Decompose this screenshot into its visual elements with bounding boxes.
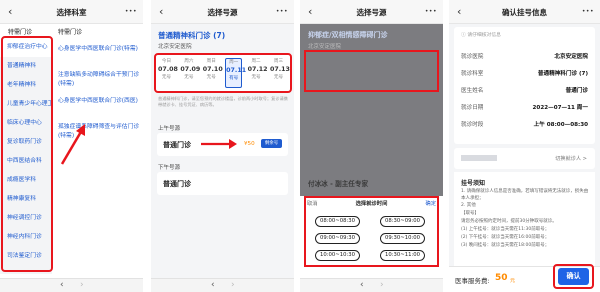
page-title: 选择号源 [207,8,238,17]
guide-title: 挂号须知 [461,180,486,187]
more-menu-icon[interactable]: ••• [125,8,137,15]
pm-section-title: 下午号源 [158,165,181,171]
info-value: 上午 08:00—08:30 [533,122,588,128]
arrow-annotation-icon [60,124,85,165]
page-title: 选择号源 [356,8,387,17]
department-name: 抑郁症/双相情感障碍门诊 [308,31,388,39]
highlight-box [304,50,439,92]
nav-bar: ‹ 选择号源 ••• [300,0,443,24]
info-label: 就诊日期 [461,105,484,111]
bottom-bar: ‹ › [151,278,294,292]
info-value: 2022—07—11 周一 [532,105,588,111]
sub-group-label: 特需门诊 [58,29,83,36]
am-section-title: 上午号源 [158,126,181,132]
sub-department-item[interactable]: 注意缺陷多动障碍综合干预门诊(特需) [58,71,140,89]
more-menu-icon[interactable]: ••• [425,8,437,15]
info-label: 医生姓名 [461,88,484,94]
notice-text: 普通精神科门诊，请至您预约的就诊楼层，诊前两小时取号；复诊请携带就诊卡、挂号凭证… [158,96,288,107]
info-label: 就诊时段 [461,122,484,128]
screen-select-time: ‹ 选择号源 ••• 抑郁症/双相情感障碍门诊 北京安定医院 付冰冰 - 副主任… [300,0,443,292]
slot-price: ¥50 [244,141,255,147]
more-menu-icon[interactable]: ••• [582,8,594,15]
nav-bar: ‹ 选择号源 ••• [151,0,294,24]
guide-line: 请您务必按照约定时间，提前30分钟取号就诊。 [461,219,557,224]
hospital-name: 北京安定医院 [308,44,342,50]
verify-tip-text: 请仔细核对信息 [467,33,501,38]
page-title: 选择科室 [56,8,87,17]
bottom-bar: ‹ › [0,278,143,292]
guide-line: (2) 下午挂号：就诊当天需在16:00前取号； [461,235,550,240]
screen-select-slot: ‹ 选择号源 ••• 普通精神科门诊 (7) 北京安定医院 今日 07.08 无号 … [151,0,294,292]
info-value: 北京安定医院 [554,54,588,60]
info-label: 就诊科室 [461,71,484,77]
highlight-box [1,36,53,272]
guide-line: 2. 其他 [461,203,476,208]
highlight-box [553,264,594,289]
fee-label: 医事服务费: [455,277,490,285]
screen-select-department: ‹ 选择科室 ••• 特需门诊 特需门诊 抑郁症治疗中心 普通精神科 老年精神科… [0,0,143,292]
chevron-left-icon[interactable]: ‹ [60,280,64,290]
info-label: 就诊医院 [461,54,484,60]
guide-line: (1) 上午挂号：就诊当天需在11:30前取号； [461,227,550,232]
slot-name: 普通门诊 [163,141,191,149]
guide-line: (3) 晚间挂号：就诊当天需在18:00前取号； [461,243,550,248]
page-title: 确认挂号信息 [502,8,547,17]
guide-line: 【取号】 [461,211,479,216]
nav-bar: ‹ 选择科室 ••• [0,0,143,24]
arrow-annotation-icon [201,139,237,149]
verify-tip: ⓘ 请仔细核对信息 [461,31,501,38]
sub-department-item[interactable]: 心身医学中西医联合门诊(西医) [58,97,140,106]
info-value: 普通精神科门诊 (7) [537,71,588,77]
registration-guide: 挂号须知 1. 请确保就诊人信息是否准确，若填写错误将无法就诊，损失由本人承担；… [454,172,595,266]
sub-department-item[interactable]: 心身医学中西医联合门诊(特需) [58,45,140,54]
screen-confirm-registration: ‹ 确认挂号信息 ••• ⓘ 请仔细核对信息 就诊医院 北京安定医院 就诊科室 普通… [449,0,600,292]
fee-value: 50 [495,273,508,283]
pm-slot-card[interactable]: 普通门诊 [157,172,288,195]
doctor-name: 付冰冰 - 副主任专家 [308,180,369,188]
chevron-left-icon[interactable]: ‹ [360,280,364,290]
chevron-left-icon[interactable]: ‹ [211,280,215,290]
bottom-bar: ‹ › [300,278,443,292]
book-slot-button[interactable]: 剩余号 [261,139,282,148]
registration-info-card: ⓘ 请仔细核对信息 就诊医院 北京安定医院 就诊科室 普通精神科门诊 (7) 医生姓… [454,27,595,144]
fee-unit: 元 [510,278,516,284]
slot-name: 普通门诊 [163,180,191,188]
patient-name-redacted [461,155,497,161]
nav-bar: ‹ 确认挂号信息 ••• [449,0,600,24]
switch-patient-link[interactable]: 切换就诊人 > [555,155,587,162]
highlight-box [304,196,439,267]
chevron-right-icon[interactable]: › [80,280,84,290]
patient-card: 切换就诊人 > [454,148,595,169]
more-menu-icon[interactable]: ••• [276,8,288,15]
info-value: 普通门诊 [565,88,588,94]
guide-line: 1. 请确保就诊人信息是否准确，若填写错误将无法就诊，损失由本人承担； [461,189,589,201]
hospital-name: 北京安定医院 [158,44,192,50]
department-name: 普通精神科门诊 (7) [158,31,226,40]
chevron-right-icon[interactable]: › [231,280,235,290]
chevron-right-icon[interactable]: › [380,280,384,290]
highlight-box [154,53,292,93]
